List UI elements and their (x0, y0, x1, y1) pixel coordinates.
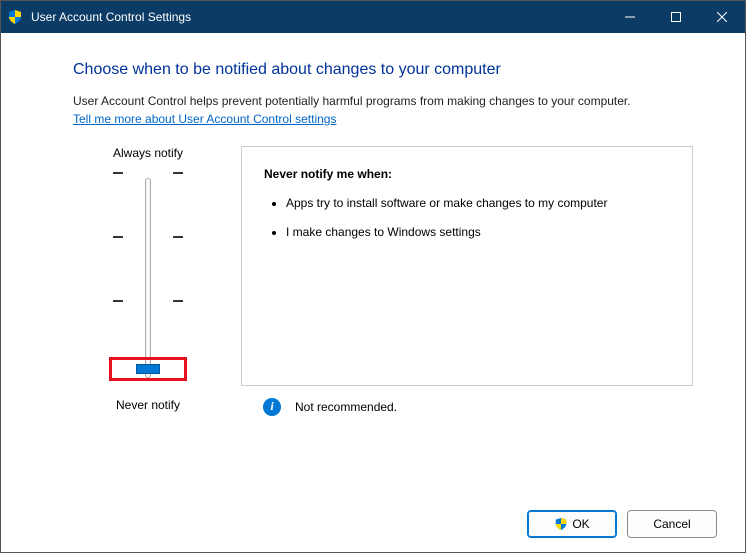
slider-tick-1 (113, 172, 183, 174)
minimize-button[interactable] (607, 1, 653, 33)
titlebar[interactable]: User Account Control Settings (1, 1, 745, 33)
recommendation-row: i Not recommended. (241, 398, 693, 416)
panel-bullet: Apps try to install software or make cha… (286, 195, 670, 212)
footer-button-row: OK Cancel (1, 496, 745, 552)
description-text: User Account Control helps prevent poten… (73, 93, 693, 110)
panel-list: Apps try to install software or make cha… (264, 195, 670, 241)
uac-slider[interactable] (113, 168, 183, 388)
learn-more-link[interactable]: Tell me more about User Account Control … (73, 112, 693, 126)
slider-top-label: Always notify (113, 146, 183, 160)
shield-icon (554, 517, 568, 531)
maximize-button[interactable] (653, 1, 699, 33)
highlight-box (109, 357, 187, 381)
slider-bottom-label: Never notify (116, 398, 180, 412)
main-row: Always notify Never notify Never notify … (73, 146, 693, 416)
detail-panel: Never notify me when: Apps try to instal… (241, 146, 693, 386)
panel-title: Never notify me when: (264, 167, 670, 181)
close-button[interactable] (699, 1, 745, 33)
window-title: User Account Control Settings (31, 10, 607, 24)
panel-bullet: I make changes to Windows settings (286, 224, 670, 241)
slider-thumb-row[interactable] (113, 364, 183, 374)
ok-button[interactable]: OK (527, 510, 617, 538)
slider-tick-3 (113, 300, 183, 302)
cancel-button-label: Cancel (653, 517, 690, 531)
page-heading: Choose when to be notified about changes… (73, 61, 693, 79)
recommendation-text: Not recommended. (295, 400, 397, 414)
cancel-button[interactable]: Cancel (627, 510, 717, 538)
slider-column: Always notify Never notify (73, 146, 223, 416)
content-area: Choose when to be notified about changes… (1, 33, 745, 496)
info-icon: i (263, 398, 281, 416)
slider-track (145, 178, 151, 378)
ok-button-label: OK (572, 517, 589, 531)
slider-tick-2 (113, 236, 183, 238)
shield-icon (7, 9, 23, 25)
